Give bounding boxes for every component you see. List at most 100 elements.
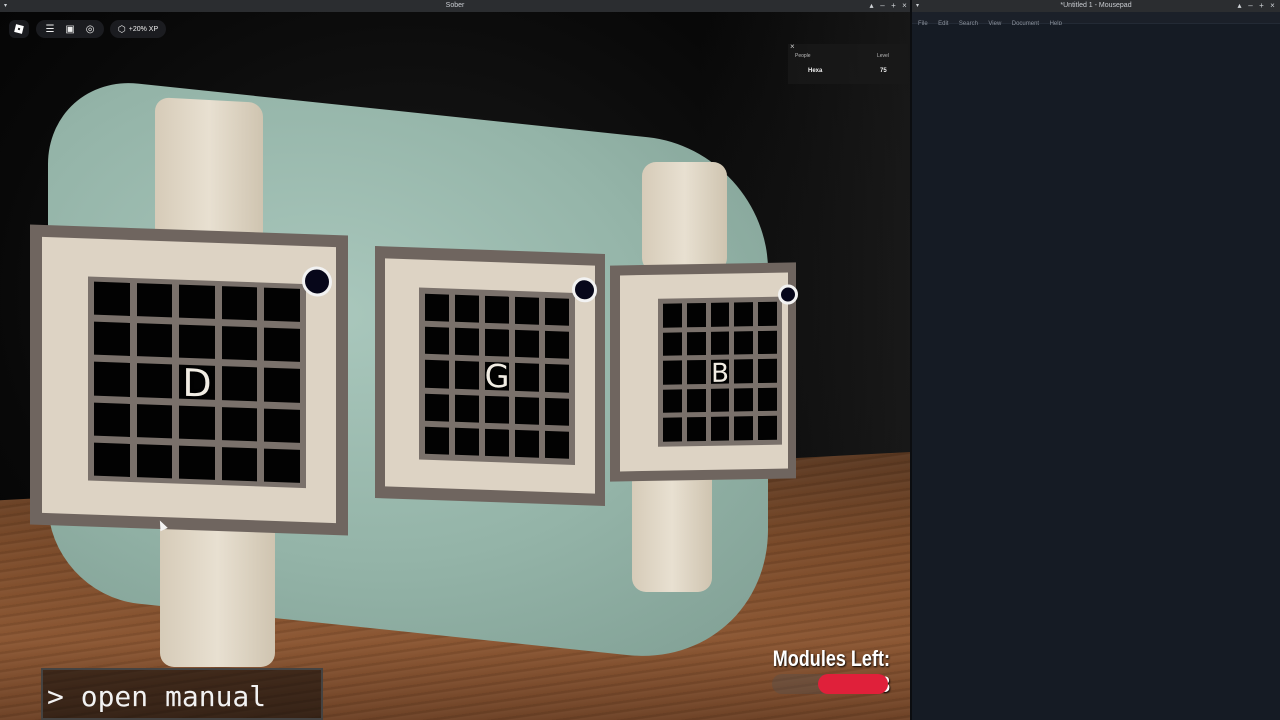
module-d[interactable]: D — [30, 224, 348, 536]
grid-cell[interactable] — [485, 428, 509, 457]
grid-cell[interactable] — [485, 395, 509, 424]
maximize-button[interactable]: + — [888, 0, 899, 12]
grid-cell[interactable] — [515, 296, 539, 325]
chat-icon[interactable]: ▣ — [65, 24, 74, 35]
keep-above-button[interactable]: ▴ — [866, 0, 877, 12]
grid-cell[interactable] — [686, 302, 706, 327]
hamburger-menu-icon[interactable]: ☰ — [45, 24, 54, 35]
grid-cell[interactable] — [686, 388, 706, 413]
close-button[interactable]: × — [1267, 0, 1278, 12]
grid-cell[interactable] — [264, 408, 300, 443]
grid-cell[interactable] — [94, 321, 130, 357]
status-led — [778, 284, 798, 305]
menubar: File Edit Search View Document Help — [912, 12, 1280, 27]
grid-cell[interactable] — [545, 297, 569, 326]
grid-cell[interactable] — [425, 426, 449, 455]
grid-cell[interactable] — [663, 389, 682, 414]
close-icon[interactable]: × — [790, 42, 795, 51]
grid-cell[interactable] — [758, 416, 777, 441]
grid-cell[interactable] — [545, 331, 569, 360]
player-name[interactable]: Hexa — [808, 68, 822, 74]
player-level: 75 — [880, 68, 887, 74]
xp-icon: ⬡ — [117, 23, 126, 34]
roblox-logo-icon — [14, 24, 24, 34]
grid-cell[interactable] — [221, 406, 258, 442]
grid-cell[interactable] — [94, 442, 130, 477]
grid-cell[interactable] — [455, 294, 479, 323]
grid-cell[interactable] — [515, 330, 539, 359]
grid-cell[interactable] — [179, 405, 215, 440]
grid-cell[interactable] — [221, 286, 258, 321]
grid-cell[interactable] — [734, 416, 754, 441]
grid-cell[interactable] — [94, 402, 130, 437]
grid-cell[interactable] — [264, 327, 300, 363]
module-letter: B — [711, 358, 729, 389]
grid-cell[interactable] — [425, 293, 449, 322]
grid-cell[interactable] — [545, 397, 569, 426]
strap — [642, 162, 727, 272]
text-editor[interactable] — [912, 25, 1280, 720]
grid-cell[interactable] — [734, 302, 754, 327]
grid-cell[interactable] — [221, 326, 258, 361]
grid-cell[interactable] — [136, 283, 173, 318]
sober-window: ▾ Sober ▴ – + × D G B ☰ ▣ ◎ ⬡ +20% XP × … — [0, 0, 910, 720]
grid-cell[interactable] — [710, 331, 730, 356]
grid-cell[interactable] — [686, 331, 706, 356]
grid-cell[interactable] — [686, 417, 706, 442]
progress-fill — [818, 674, 888, 694]
command-text: > open manual — [47, 680, 267, 713]
roblox-menu-button[interactable] — [9, 20, 29, 38]
grid-cell[interactable] — [136, 323, 173, 358]
grid-cell[interactable] — [710, 416, 730, 441]
game-viewport[interactable]: D G B ☰ ▣ ◎ ⬡ +20% XP × People Level Hex… — [0, 12, 910, 720]
leaderboard-header-people: People — [795, 53, 811, 59]
grid-cell[interactable] — [758, 387, 777, 412]
grid-cell[interactable] — [136, 403, 173, 439]
minimize-button[interactable]: – — [1245, 0, 1256, 12]
headset-icon[interactable]: ◎ — [86, 24, 95, 35]
grid-cell[interactable] — [734, 330, 754, 355]
grid-cell[interactable] — [425, 326, 449, 355]
grid-cell[interactable] — [455, 394, 479, 423]
sober-titlebar: ▾ Sober ▴ – + × — [0, 0, 910, 12]
grid-cell[interactable] — [663, 331, 682, 356]
grid-cell[interactable] — [545, 430, 569, 459]
mousepad-window: ▾ *Untitled 1 - Mousepad ▴ – + × File Ed… — [912, 0, 1280, 720]
grid-cell[interactable] — [663, 303, 682, 328]
grid-cell[interactable] — [710, 302, 730, 327]
module-letter: D — [182, 360, 212, 406]
grid-cell[interactable] — [485, 295, 509, 324]
grid-cell[interactable] — [734, 387, 754, 412]
grid-cell[interactable] — [264, 448, 300, 483]
window-title: Sober — [445, 2, 465, 9]
status-led — [572, 276, 597, 303]
grid-cell[interactable] — [455, 327, 479, 357]
module-g[interactable]: G — [375, 245, 605, 507]
grid-cell[interactable] — [264, 287, 300, 323]
module-b[interactable]: B — [610, 262, 798, 482]
module-letter: G — [484, 356, 510, 396]
grid-cell[interactable] — [515, 396, 539, 425]
maximize-button[interactable]: + — [1256, 0, 1267, 12]
grid-cell[interactable] — [758, 301, 777, 326]
grid-cell[interactable] — [710, 388, 730, 413]
command-box[interactable]: > open manual — [41, 668, 323, 720]
xp-boost-button[interactable]: ⬡ +20% XP — [110, 20, 166, 38]
grid-cell[interactable] — [425, 393, 449, 422]
grid-cell[interactable] — [758, 330, 777, 355]
grid-cell[interactable] — [455, 427, 479, 456]
keep-above-button[interactable]: ▴ — [1234, 0, 1245, 12]
grid-cell[interactable] — [663, 417, 682, 442]
leaderboard-header-level: Level — [877, 53, 889, 59]
close-button[interactable]: × — [899, 0, 910, 12]
grid-cell[interactable] — [136, 443, 173, 479]
grid-cell[interactable] — [179, 445, 215, 480]
topbar-menu-group: ☰ ▣ ◎ — [36, 20, 104, 38]
grid-cell[interactable] — [221, 446, 258, 482]
grid-cell[interactable] — [515, 429, 539, 458]
grid-cell[interactable] — [94, 281, 130, 317]
grid-cell[interactable] — [179, 284, 215, 320]
grid-cell[interactable] — [179, 324, 215, 360]
grid-cell[interactable] — [485, 329, 509, 358]
minimize-button[interactable]: – — [877, 0, 888, 12]
